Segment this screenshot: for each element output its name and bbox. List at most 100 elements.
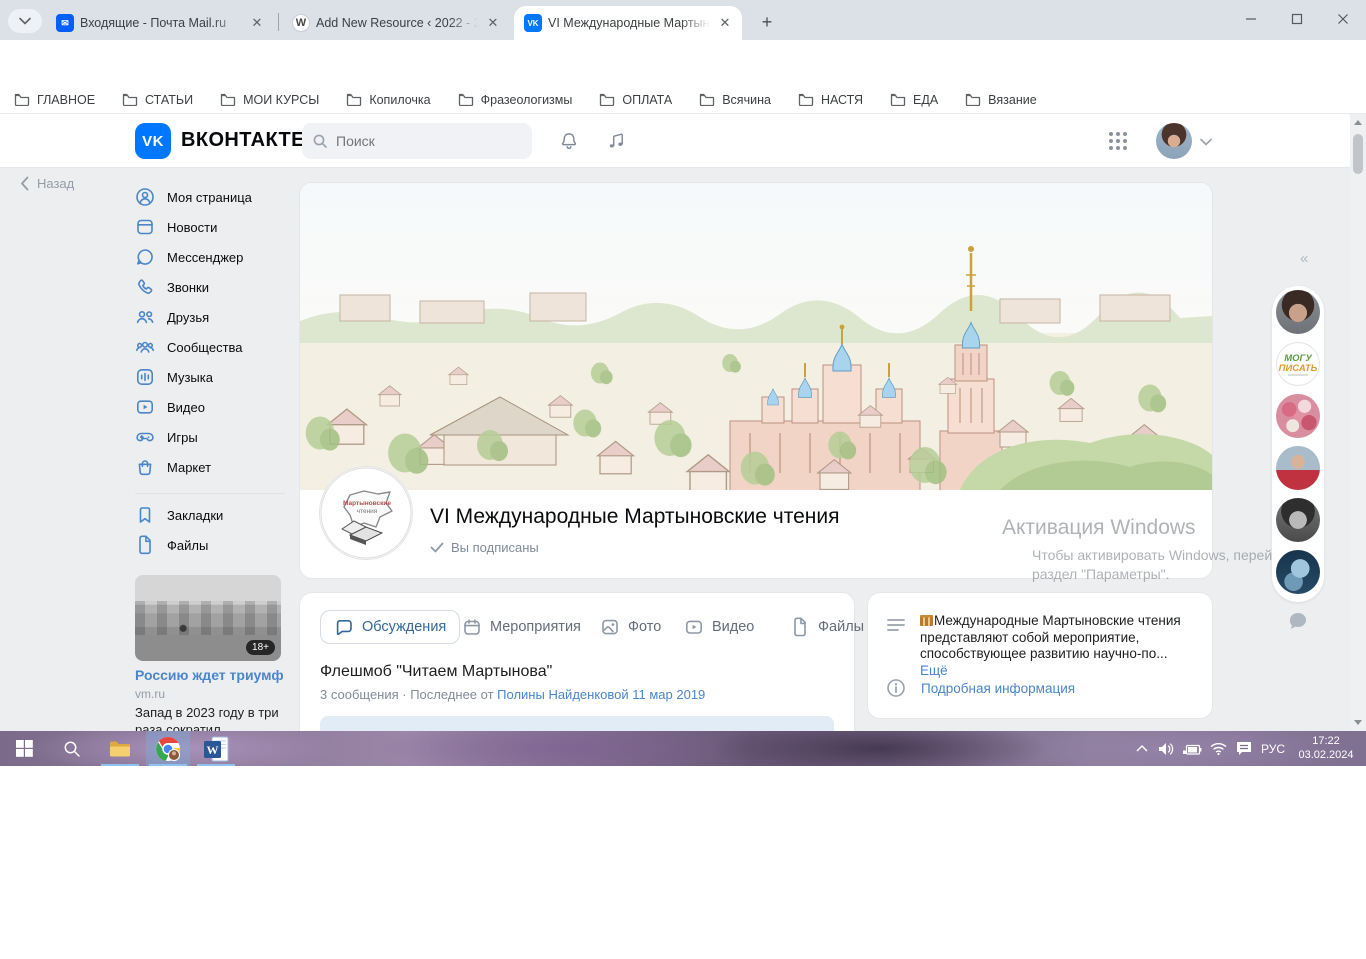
- bookmark-folder[interactable]: Копилочка: [346, 93, 430, 107]
- tab-discussions[interactable]: Обсуждения: [320, 610, 460, 644]
- bookmark-folder[interactable]: Вязание: [965, 93, 1037, 107]
- dock-avatar-4[interactable]: [1276, 446, 1320, 490]
- window-close-button[interactable]: [1320, 0, 1366, 38]
- screen: ✉ Входящие - Почта Mail.ru ✕ W Add New R…: [0, 0, 1366, 959]
- bookmark-folder[interactable]: ОПЛАТА: [599, 93, 672, 107]
- window-maximize-button[interactable]: [1274, 0, 1320, 38]
- sidebar-item-market[interactable]: Маркет: [135, 452, 287, 482]
- file-explorer-icon[interactable]: [98, 731, 142, 766]
- scrollbar-thumb[interactable]: [1353, 134, 1363, 174]
- tab-files[interactable]: Файлы: [790, 610, 864, 644]
- discussions-icon: [334, 617, 354, 637]
- dock-chat-bubble-icon[interactable]: [1288, 612, 1308, 630]
- tab-close-icon[interactable]: ✕: [484, 14, 502, 32]
- ad-title-link[interactable]: Россию ждет триумф: [135, 667, 284, 683]
- dock-avatar-6[interactable]: [1276, 550, 1320, 594]
- discussion-title-link[interactable]: Флешмоб "Читаем Мартынова": [320, 663, 552, 681]
- bookmark-folder[interactable]: МОИ КУРСЫ: [220, 93, 319, 107]
- vk-logo[interactable]: VK: [135, 123, 171, 159]
- browser-tabstrip: ✉ Входящие - Почта Mail.ru ✕ W Add New R…: [0, 0, 1366, 40]
- bookmark-folder[interactable]: НАСТЯ: [798, 93, 863, 107]
- group-card: Мартыновские чтения VI Международные Мар…: [300, 183, 1212, 578]
- tab-title: Add New Resource ‹ 2022 - 2023: [316, 16, 478, 30]
- phone-icon: [135, 277, 155, 297]
- tab-close-icon[interactable]: ✕: [716, 14, 734, 32]
- chrome-taskbar-icon[interactable]: [146, 731, 190, 766]
- word-taskbar-icon[interactable]: W: [194, 731, 238, 766]
- browser-tab-vk-active[interactable]: VK VI Международные Мартыновские чтения …: [514, 6, 742, 40]
- dock-avatar-5[interactable]: [1276, 498, 1320, 542]
- language-indicator[interactable]: РУС: [1256, 731, 1290, 766]
- apps-grid-icon[interactable]: [1108, 131, 1128, 151]
- browser-toolbar: [0, 40, 1366, 86]
- new-tab-button[interactable]: +: [754, 9, 780, 35]
- scroll-up-arrow[interactable]: [1354, 120, 1362, 125]
- tab-close-icon[interactable]: ✕: [248, 14, 266, 32]
- action-center-icon[interactable]: [1230, 731, 1258, 766]
- description-more-link[interactable]: Ещё: [920, 663, 948, 678]
- search-input[interactable]: [336, 133, 506, 149]
- sidebar-item-friends[interactable]: Друзья: [135, 302, 287, 332]
- video-tab-icon: [684, 617, 704, 637]
- dock-avatar-1[interactable]: [1276, 290, 1320, 334]
- group-title: VI Международные Мартыновские чтения: [430, 505, 839, 529]
- group-avatar[interactable]: Мартыновские чтения: [320, 467, 412, 559]
- discussion-author-link[interactable]: Полины Найденковой 11 мар 2019: [497, 687, 705, 702]
- notifications-bell-icon[interactable]: [558, 130, 580, 152]
- sidebar-item-messenger[interactable]: Мессенджер: [135, 242, 287, 272]
- scroll-down-arrow[interactable]: [1354, 720, 1362, 725]
- start-button[interactable]: [2, 731, 46, 766]
- bookmark-folder[interactable]: Фразеологизмы: [458, 93, 573, 107]
- tab-events[interactable]: Мероприятия: [462, 610, 581, 644]
- dock-avatar-3[interactable]: [1276, 394, 1320, 438]
- sidebar-item-video[interactable]: Видео: [135, 392, 287, 422]
- wifi-icon[interactable]: [1204, 731, 1232, 766]
- collapse-dock-icon[interactable]: «: [1300, 250, 1306, 267]
- volume-icon[interactable]: [1152, 731, 1180, 766]
- page-scrollbar[interactable]: [1350, 114, 1366, 731]
- ad-domain: vm.ru: [135, 687, 165, 701]
- bookmark-folder[interactable]: ГЛАВНОЕ: [14, 93, 95, 107]
- dock-avatar-2-logo[interactable]: МОГУ ПИСАТЬ: [1276, 342, 1320, 386]
- file-icon: [135, 535, 155, 555]
- back-link[interactable]: Назад: [20, 176, 74, 191]
- building-emoji: [920, 615, 933, 626]
- communities-icon: [135, 337, 155, 357]
- age-badge: 18+: [246, 640, 275, 655]
- browser-tab-mail[interactable]: ✉ Входящие - Почта Mail.ru ✕: [46, 6, 274, 40]
- bookmark-folder[interactable]: ЕДА: [890, 93, 938, 107]
- vk-search[interactable]: [302, 123, 532, 159]
- sidebar-item-bookmarks[interactable]: Закладки: [135, 500, 287, 530]
- sidebar-item-music[interactable]: Музыка: [135, 362, 287, 392]
- messenger-dock: « МОГУ ПИСАТЬ: [1272, 262, 1324, 592]
- sidebar-item-calls[interactable]: Звонки: [135, 272, 287, 302]
- detailed-info-link[interactable]: Подробная информация: [921, 681, 1075, 696]
- browser-tab-wordpress[interactable]: W Add New Resource ‹ 2022 - 2023 ✕: [282, 6, 510, 40]
- battery-icon[interactable]: [1178, 731, 1206, 766]
- tab-search-button[interactable]: [8, 9, 42, 33]
- tab-videos[interactable]: Видео: [684, 610, 754, 644]
- newspaper-icon: [135, 217, 155, 237]
- sidebar-item-files[interactable]: Файлы: [135, 530, 287, 560]
- bookmark-folder[interactable]: Всячина: [699, 93, 771, 107]
- profile-avatar[interactable]: [1156, 123, 1192, 159]
- taskbar-search-icon[interactable]: [50, 731, 94, 766]
- svg-text:W: W: [207, 743, 219, 757]
- sidebar-item-games[interactable]: Игры: [135, 422, 287, 452]
- subscribed-status: Вы подписаны: [430, 540, 539, 555]
- create-discussion-button[interactable]: [320, 716, 834, 731]
- calendar-icon: [462, 617, 482, 637]
- sidebar-item-profile[interactable]: Моя страница: [135, 182, 287, 212]
- window-minimize-button[interactable]: [1228, 0, 1274, 38]
- sidebar-divider: [135, 493, 285, 494]
- music-icon[interactable]: [605, 130, 627, 152]
- tab-photos[interactable]: Фото: [600, 610, 661, 644]
- taskbar-clock[interactable]: 17:22 03.02.2024: [1292, 734, 1360, 762]
- ad-image[interactable]: 18+: [135, 575, 281, 661]
- sidebar-item-communities[interactable]: Сообщества: [135, 332, 287, 362]
- photo-icon: [600, 617, 620, 637]
- profile-chevron-icon[interactable]: [1200, 138, 1212, 146]
- svg-text:Мартыновские: Мартыновские: [343, 500, 391, 507]
- bookmark-folder[interactable]: СТАТЬИ: [122, 93, 193, 107]
- sidebar-item-news[interactable]: Новости: [135, 212, 287, 242]
